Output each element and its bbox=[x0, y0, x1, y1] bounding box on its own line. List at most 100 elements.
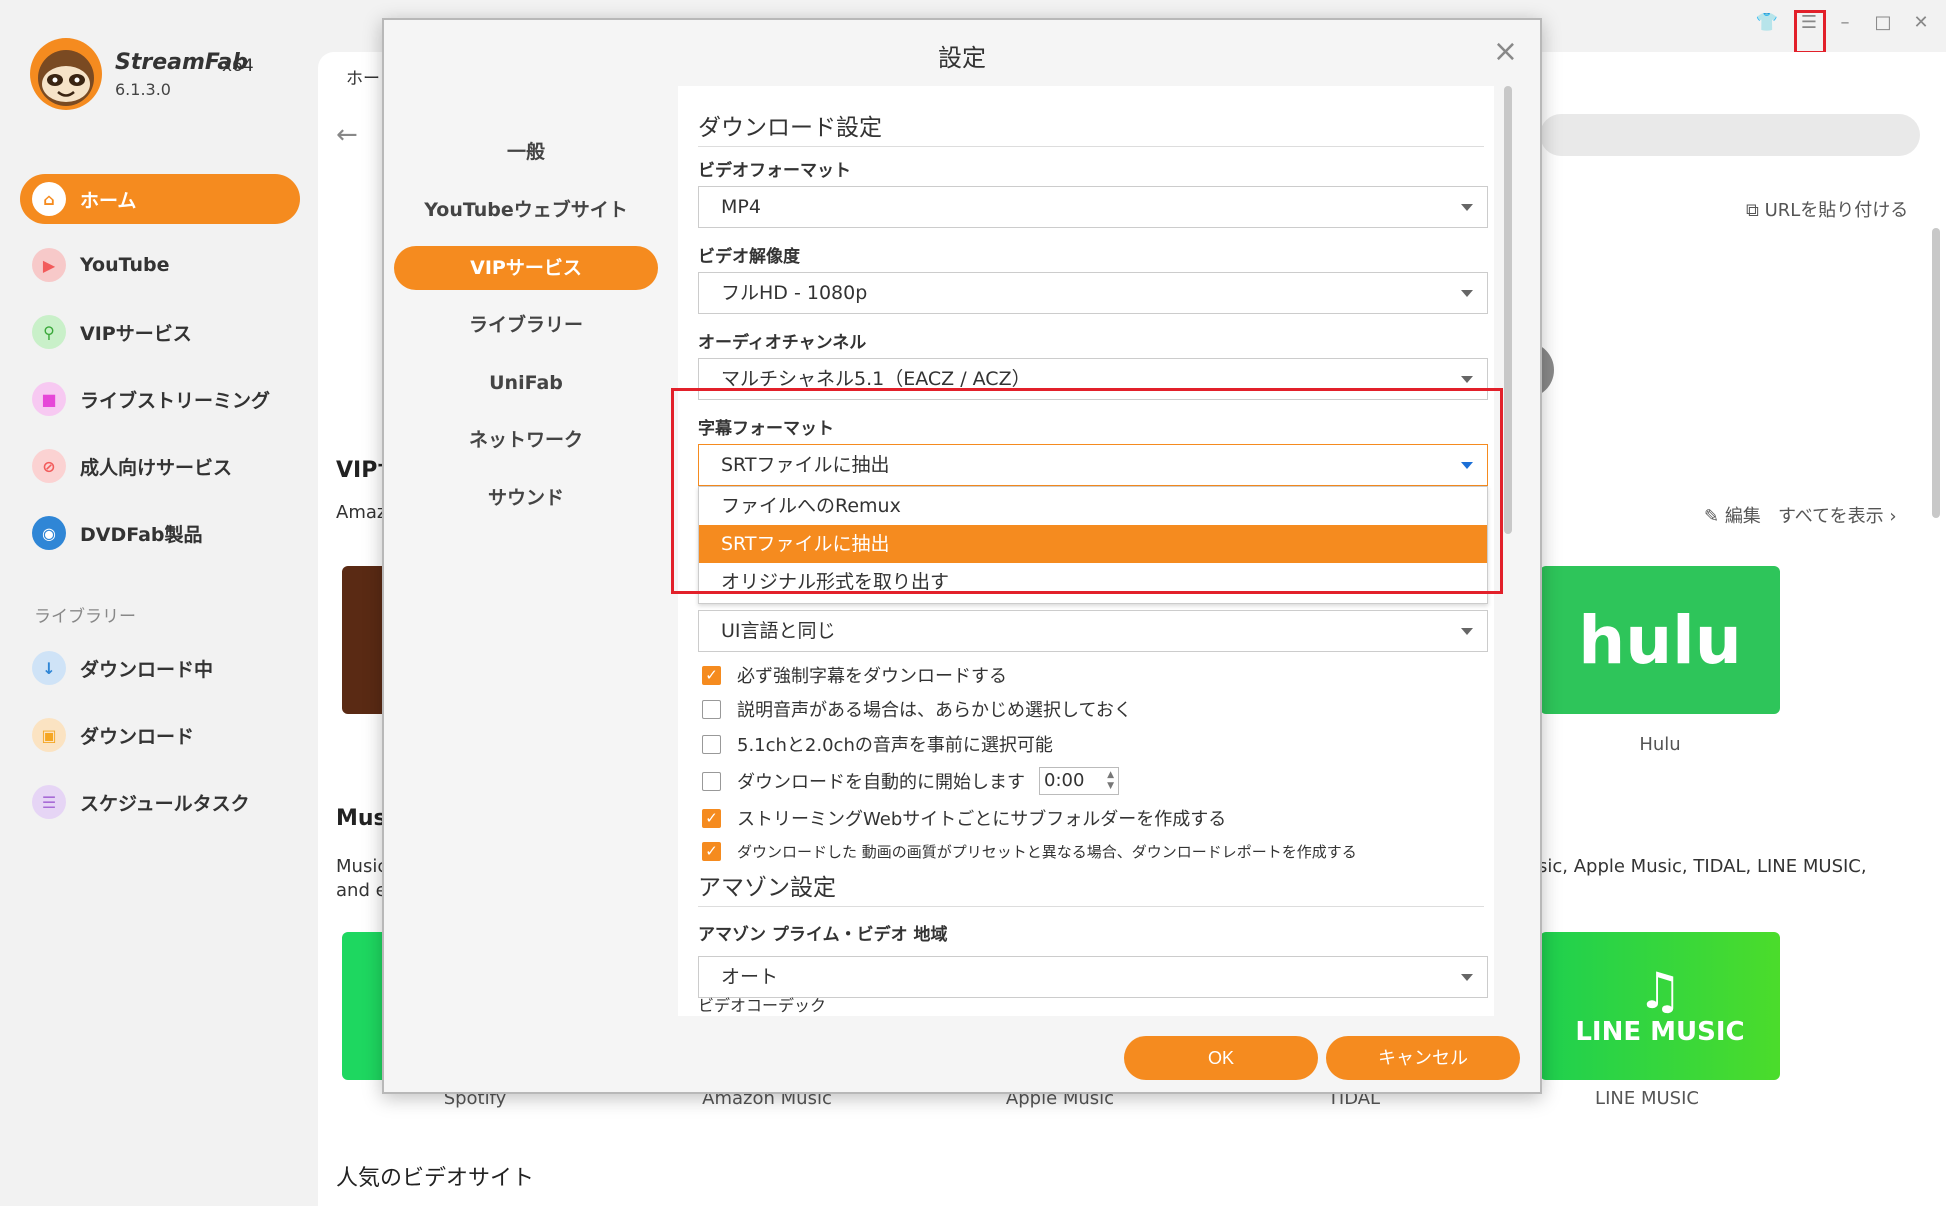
check-forced-subs[interactable]: ✓ 必ず強制字幕をダウンロードする bbox=[702, 662, 1007, 688]
home-icon: ⌂ bbox=[32, 182, 66, 216]
check-download-report[interactable]: ✓ ダウンロードした 動画の画質がプリセットと異なる場合、ダウンロードレポートを作… bbox=[702, 838, 1357, 864]
adult-icon: ⊘ bbox=[32, 449, 66, 483]
hulu-label: Hulu bbox=[1639, 734, 1681, 755]
streamfab-logo-icon bbox=[30, 38, 102, 110]
video-format-select[interactable]: MP4 bbox=[698, 186, 1488, 228]
schedule-icon: ☰ bbox=[32, 785, 66, 819]
check-label: 5.1chと2.0chの音声を事前に選択可能 bbox=[737, 735, 1053, 756]
cancel-button[interactable]: キャンセル bbox=[1326, 1036, 1520, 1080]
check-label: ストリーミングWebサイトごとにサブフォルダーを作成する bbox=[737, 809, 1227, 830]
url-paste-label: URLを貼り付ける bbox=[1764, 200, 1909, 221]
check-label: 必ず強制字幕をダウンロードする bbox=[737, 666, 1007, 687]
library-title: ライブラリー bbox=[34, 607, 136, 627]
music-section-sub-2: and e bbox=[336, 880, 387, 901]
main-scrollbar[interactable] bbox=[1932, 228, 1940, 518]
settings-nav-library[interactable]: ライブラリー bbox=[394, 303, 658, 347]
video-resolution-select[interactable]: フルHD - 1080p bbox=[698, 272, 1488, 314]
checkbox-checked-icon[interactable]: ✓ bbox=[702, 841, 721, 861]
service-tile-spotify[interactable] bbox=[342, 932, 386, 1080]
sidebar-item-downloaded[interactable]: ▣ ダウンロード bbox=[20, 710, 300, 760]
auto-start-time-input[interactable]: 0:00 ▲ ▼ bbox=[1039, 767, 1119, 795]
back-arrow-icon[interactable]: ← bbox=[336, 120, 358, 150]
subtitle-language-select[interactable]: UI言語と同じ bbox=[698, 610, 1488, 652]
auto-start-time-value: 0:00 bbox=[1044, 770, 1085, 791]
amazon-settings-heading: アマゾン設定 bbox=[698, 875, 836, 901]
service-tile-line-music[interactable]: ♫ LINE MUSIC bbox=[1540, 932, 1780, 1080]
url-paste-button[interactable]: ⧉ URLを貼り付ける bbox=[1746, 196, 1908, 222]
video-resolution-label: ビデオ解像度 bbox=[698, 247, 800, 267]
sidebar-item-schedule[interactable]: ☰ スケジュールタスク bbox=[20, 777, 300, 827]
sidebar-item-label: VIPサービス bbox=[80, 322, 192, 345]
settings-dialog: 設定 × 一般 YouTubeウェブサイト VIPサービス ライブラリー Uni… bbox=[382, 18, 1542, 1094]
minimize-icon[interactable]: – bbox=[1832, 10, 1858, 36]
maximize-icon[interactable]: □ bbox=[1870, 10, 1896, 36]
dialog-title: 設定 bbox=[938, 44, 986, 72]
sidebar-item-label: 成人向けサービス bbox=[80, 456, 233, 479]
heading-divider bbox=[698, 906, 1484, 907]
check-auto-start[interactable]: ダウンロードを自動的に開始します 0:00 ▲ ▼ bbox=[702, 767, 1119, 795]
close-window-icon[interactable]: ✕ bbox=[1908, 10, 1934, 36]
line-music-tile-text: LINE MUSIC bbox=[1575, 1017, 1745, 1047]
settings-nav-unifab[interactable]: UniFab bbox=[394, 361, 658, 405]
ok-button[interactable]: OK bbox=[1124, 1036, 1318, 1080]
sidebar-item-live[interactable]: ■ ライブストリーミング bbox=[20, 374, 300, 424]
settings-nav-general[interactable]: 一般 bbox=[394, 130, 658, 174]
camera-icon: ■ bbox=[32, 382, 66, 416]
sidebar-item-label: DVDFab製品 bbox=[80, 523, 203, 546]
video-format-label: ビデオフォーマット bbox=[698, 161, 851, 181]
dvdfab-icon: ◉ bbox=[32, 516, 66, 550]
app-version: 6.1.3.0 bbox=[115, 80, 171, 99]
amazon-region-value: オート bbox=[721, 966, 779, 988]
sidebar-item-label: ダウンロード bbox=[80, 725, 195, 748]
shirt-icon[interactable]: 👕 bbox=[1754, 10, 1780, 36]
audio-channel-label: オーディオチャンネル bbox=[698, 333, 867, 353]
sidebar-item-adult[interactable]: ⊘ 成人向けサービス bbox=[20, 441, 300, 491]
edit-show-all[interactable]: ✎ 編集 すべてを表示 › bbox=[1704, 502, 1897, 528]
spinner-icon[interactable]: ▲ ▼ bbox=[1107, 770, 1114, 792]
sidebar-item-downloading[interactable]: ↓ ダウンロード中 bbox=[20, 643, 300, 693]
checkbox-checked-icon[interactable]: ✓ bbox=[702, 808, 721, 828]
checkbox-icon[interactable] bbox=[702, 734, 721, 754]
search-bar[interactable] bbox=[1540, 114, 1920, 156]
service-tile-amazon[interactable] bbox=[342, 566, 382, 714]
music-note-icon: ♫ bbox=[1637, 962, 1683, 1020]
tab-home[interactable]: ホー bbox=[346, 64, 380, 89]
sidebar-item-youtube[interactable]: ▶ YouTube bbox=[20, 240, 300, 290]
settings-nav-sound[interactable]: サウンド bbox=[394, 476, 658, 520]
sidebar-item-vip[interactable]: ⚲ VIPサービス bbox=[20, 307, 300, 357]
youtube-icon: ▶ bbox=[32, 248, 66, 282]
settings-nav-vip[interactable]: VIPサービス bbox=[394, 246, 658, 290]
sidebar-item-label: スケジュールタスク bbox=[80, 792, 250, 815]
audio-channel-value: マルチシャネル5.1（EACZ / ACZ） bbox=[721, 368, 1031, 390]
show-all-link[interactable]: すべてを表示 bbox=[1778, 506, 1884, 527]
download-settings-heading: ダウンロード設定 bbox=[698, 115, 882, 141]
checkbox-icon[interactable] bbox=[702, 699, 721, 719]
check-subfolders[interactable]: ✓ ストリーミングWebサイトごとにサブフォルダーを作成する bbox=[702, 805, 1226, 831]
close-icon[interactable]: × bbox=[1493, 34, 1518, 69]
sidebar-item-dvdfab[interactable]: ◉ DVDFab製品 bbox=[20, 508, 300, 558]
settings-nav-youtube[interactable]: YouTubeウェブサイト bbox=[394, 188, 658, 232]
line-music-label: LINE MUSIC bbox=[1595, 1088, 1699, 1109]
pencil-icon: ✎ bbox=[1704, 506, 1725, 527]
video-resolution-value: フルHD - 1080p bbox=[721, 282, 868, 304]
sidebar-item-home[interactable]: ⌂ ホーム bbox=[20, 174, 300, 224]
folder-icon: ▣ bbox=[32, 718, 66, 752]
settings-nav-network[interactable]: ネットワーク bbox=[394, 418, 658, 462]
download-arrow-icon: ↓ bbox=[32, 651, 66, 685]
checkbox-checked-icon[interactable]: ✓ bbox=[702, 665, 721, 685]
check-audio-description[interactable]: 説明音声がある場合は、あらかじめ選択しておく bbox=[702, 696, 1132, 722]
music-section-sub-right: sic, Apple Music, TIDAL, LINE MUSIC, bbox=[1538, 856, 1867, 877]
service-tile-hulu[interactable]: hulu bbox=[1540, 566, 1780, 714]
edit-link[interactable]: 編集 bbox=[1725, 506, 1761, 527]
music-section-sub: Music bbox=[336, 856, 388, 877]
sidebar-item-label: ライブストリーミング bbox=[80, 389, 271, 412]
dialog-scrollbar[interactable] bbox=[1504, 86, 1512, 534]
paste-icon: ⧉ bbox=[1746, 200, 1765, 221]
video-format-value: MP4 bbox=[721, 196, 761, 218]
menu-highlight-box bbox=[1794, 10, 1826, 54]
check-audio-channels[interactable]: 5.1chと2.0chの音声を事前に選択可能 bbox=[702, 731, 1053, 757]
checkbox-icon[interactable] bbox=[702, 771, 721, 791]
subtitle-highlight-box bbox=[671, 388, 1503, 594]
brand-arch: x64 bbox=[222, 56, 254, 76]
check-label: ダウンロードした 動画の画質がプリセットと異なる場合、ダウンロードレポートを作成… bbox=[737, 842, 1357, 861]
